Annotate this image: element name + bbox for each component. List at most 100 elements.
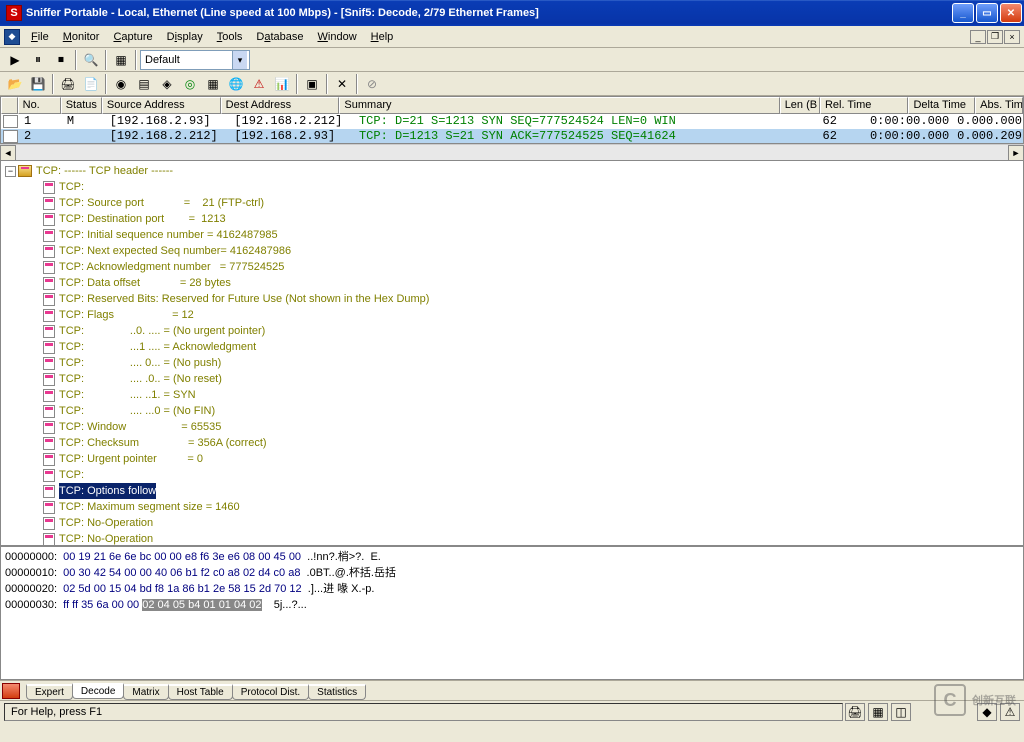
menu-database[interactable]: Database: [249, 29, 310, 45]
col-no[interactable]: No.: [18, 97, 61, 114]
tree-leaf[interactable]: TCP: Source port = 21 (FTP-ctrl): [1, 195, 1023, 211]
page-icon: [43, 533, 55, 546]
profile-combo[interactable]: Default: [140, 50, 250, 70]
tree-leaf[interactable]: TCP: ...1 .... = Acknowledgment: [1, 339, 1023, 355]
binoculars-icon[interactable]: 🔍: [80, 49, 102, 71]
tree-leaf[interactable]: TCP: .... ...0 = (No FIN): [1, 403, 1023, 419]
tree-leaf[interactable]: TCP: Destination port = 1213: [1, 211, 1023, 227]
open-icon[interactable]: 📂: [4, 73, 26, 95]
preview-icon[interactable]: 📄: [80, 73, 102, 95]
tree-leaf[interactable]: TCP: Flags = 12: [1, 307, 1023, 323]
hosts-icon[interactable]: ▤: [133, 73, 155, 95]
art-icon[interactable]: ▣: [301, 73, 323, 95]
tab-expert[interactable]: Expert: [26, 684, 73, 700]
packet-row[interactable]: 1 M [192.168.2.93] [192.168.2.212] TCP: …: [1, 114, 1023, 129]
status-chip-icon[interactable]: ▦: [868, 703, 888, 721]
maximize-button[interactable]: ▭: [976, 3, 998, 23]
page-icon: [43, 373, 55, 386]
tree-leaf[interactable]: TCP: Next expected Seq number= 416248798…: [1, 243, 1023, 259]
matrix-icon[interactable]: ◈: [156, 73, 178, 95]
col-src[interactable]: Source Address: [102, 97, 221, 114]
col-status[interactable]: Status: [61, 97, 102, 114]
tool-icon[interactable]: ✕: [331, 73, 353, 95]
tree-leaf[interactable]: TCP: Data offset = 28 bytes: [1, 275, 1023, 291]
minimize-button[interactable]: _: [952, 3, 974, 23]
menu-tools[interactable]: Tools: [210, 29, 250, 45]
menu-display[interactable]: Display: [160, 29, 210, 45]
tab-decode[interactable]: Decode: [72, 683, 124, 699]
page-icon: [43, 341, 55, 354]
close-button[interactable]: ✕: [1000, 3, 1022, 23]
play-button[interactable]: ▶: [4, 49, 26, 71]
menu-help[interactable]: Help: [364, 29, 401, 45]
col-delta[interactable]: Delta Time: [908, 97, 975, 114]
packet-scrollbar[interactable]: ◄ ►: [0, 144, 1024, 160]
pause-button[interactable]: ⏸: [27, 49, 49, 71]
hex-pane[interactable]: 00000000: 00 19 21 6e 6e bc 00 00 e8 f6 …: [0, 546, 1024, 680]
tree-leaf[interactable]: TCP: .... 0... = (No push): [1, 355, 1023, 371]
child-close-button[interactable]: ×: [1004, 30, 1020, 44]
menu-monitor[interactable]: Monitor: [56, 29, 107, 45]
dashboard-icon[interactable]: ◉: [110, 73, 132, 95]
tree-leaf[interactable]: TCP: ..0. .... = (No urgent pointer): [1, 323, 1023, 339]
menu-window[interactable]: Window: [311, 29, 364, 45]
child-restore-button[interactable]: ❐: [987, 30, 1003, 44]
packet-row[interactable]: 2 [192.168.2.212] [192.168.2.93] TCP: D=…: [1, 129, 1023, 143]
tree-leaf[interactable]: TCP: Acknowledgment number = 777524525: [1, 259, 1023, 275]
tree-leaf[interactable]: TCP:: [1, 467, 1023, 483]
hex-row[interactable]: 00000020: 02 5d 00 15 04 bd f8 1a 86 b1 …: [5, 581, 1019, 597]
tab-host-table[interactable]: Host Table: [168, 684, 233, 700]
col-reltime[interactable]: Rel. Time: [820, 97, 908, 114]
print-icon[interactable]: 🖨: [57, 73, 79, 95]
hex-row[interactable]: 00000030: ff ff 35 6a 00 00 02 04 05 b4 …: [5, 597, 1019, 613]
hex-row[interactable]: 00000000: 00 19 21 6e 6e bc 00 00 e8 f6 …: [5, 549, 1019, 565]
page-icon: [43, 181, 55, 194]
status-net-icon[interactable]: ◫: [891, 703, 911, 721]
menu-file[interactable]: File: [24, 29, 56, 45]
col-abstime[interactable]: Abs. Time: [975, 97, 1023, 114]
filter-icon[interactable]: ▦: [110, 49, 132, 71]
protocol-icon[interactable]: ◎: [179, 73, 201, 95]
save-icon[interactable]: 💾: [27, 73, 49, 95]
tree-leaf[interactable]: TCP: Window = 65535: [1, 419, 1023, 435]
tree-leaf[interactable]: TCP: .... ..1. = SYN: [1, 387, 1023, 403]
tree-leaf[interactable]: TCP:: [1, 179, 1023, 195]
status-bar: For Help, press F1 🖨 ▦ ◫ ◆ ⚠: [0, 700, 1024, 722]
col-dst[interactable]: Dest Address: [221, 97, 340, 114]
tab-statistics[interactable]: Statistics: [308, 684, 366, 700]
hex-row[interactable]: 00000010: 00 30 42 54 00 00 40 06 b1 f2 …: [5, 565, 1019, 581]
child-minimize-button[interactable]: _: [970, 30, 986, 44]
view-tabs: ExpertDecodeMatrixHost TableProtocol Dis…: [0, 680, 1024, 700]
tree-leaf[interactable]: TCP: Reserved Bits: Reserved for Future …: [1, 291, 1023, 307]
row-checkbox[interactable]: [3, 115, 18, 128]
menu-capture[interactable]: Capture: [106, 29, 159, 45]
alarm-icon[interactable]: ⚠: [248, 73, 270, 95]
chart-icon[interactable]: 📊: [271, 73, 293, 95]
history-icon[interactable]: ▦: [202, 73, 224, 95]
global-icon[interactable]: 🌐: [225, 73, 247, 95]
tree-leaf-selected[interactable]: TCP: Options follow: [1, 483, 1023, 499]
decode-pane[interactable]: −TCP: ------ TCP header ------TCP:TCP: S…: [0, 160, 1024, 546]
collapse-icon[interactable]: −: [5, 166, 16, 177]
col-summary[interactable]: Summary: [339, 97, 779, 114]
child-window-icon[interactable]: ◆: [4, 29, 20, 45]
tree-node[interactable]: −TCP: ------ TCP header ------: [1, 163, 1023, 179]
tree-leaf[interactable]: TCP: Urgent pointer = 0: [1, 451, 1023, 467]
scroll-left-icon[interactable]: ◄: [0, 145, 16, 161]
tree-leaf[interactable]: TCP: Maximum segment size = 1460: [1, 499, 1023, 515]
tree-leaf[interactable]: TCP: No-Operation: [1, 531, 1023, 546]
stop-button[interactable]: ⏹: [50, 49, 72, 71]
scroll-right-icon[interactable]: ►: [1008, 145, 1024, 161]
tree-leaf[interactable]: TCP: .... .0.. = (No reset): [1, 371, 1023, 387]
tree-leaf[interactable]: TCP: Checksum = 356A (correct): [1, 435, 1023, 451]
col-len[interactable]: Len (B: [780, 97, 820, 114]
tree-leaf[interactable]: TCP: Initial sequence number = 416248798…: [1, 227, 1023, 243]
tree-leaf[interactable]: TCP: No-Operation: [1, 515, 1023, 531]
cancel-icon[interactable]: ⊘: [361, 73, 383, 95]
row-checkbox[interactable]: [3, 130, 18, 143]
page-icon: [43, 277, 55, 290]
tab-protocol-dist-[interactable]: Protocol Dist.: [232, 684, 309, 700]
status-text: For Help, press F1: [4, 703, 843, 721]
status-print-icon[interactable]: 🖨: [845, 703, 865, 721]
tab-matrix[interactable]: Matrix: [123, 684, 168, 700]
